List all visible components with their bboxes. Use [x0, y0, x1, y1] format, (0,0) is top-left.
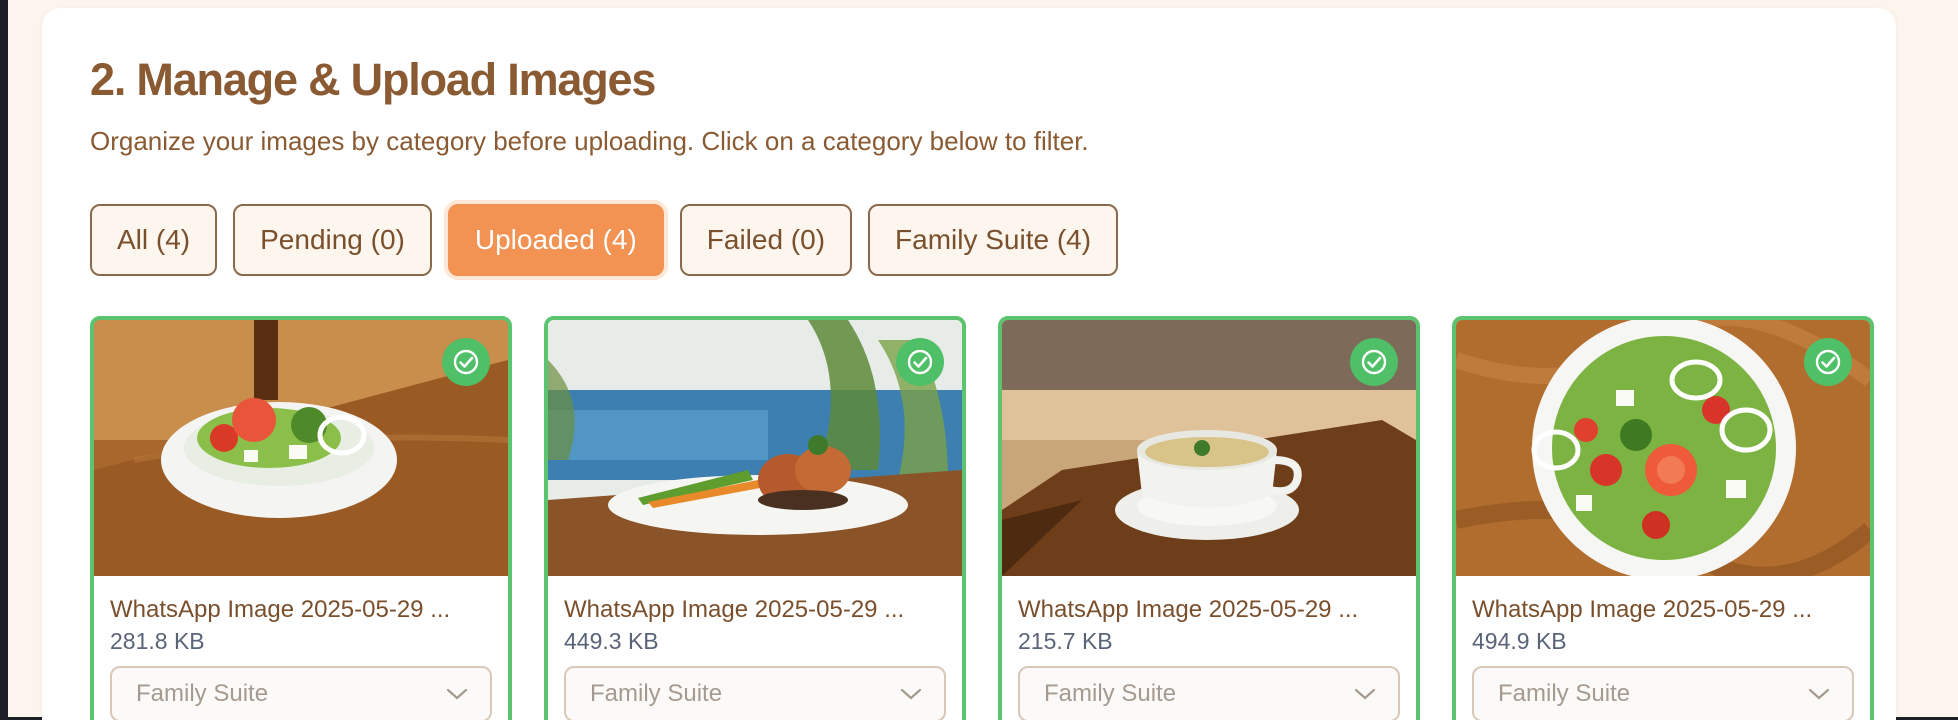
uploaded-check-icon — [1350, 338, 1398, 386]
image-card[interactable]: WhatsApp Image 2025-05-29 ... 449.3 KB F… — [544, 316, 966, 720]
filter-failed-button[interactable]: Failed (0) — [679, 204, 853, 276]
section-subtitle: Organize your images by category before … — [90, 126, 1089, 156]
image-card[interactable]: WhatsApp Image 2025-05-29 ... 281.8 KB F… — [90, 316, 512, 720]
image-card[interactable]: WhatsApp Image 2025-05-29 ... 494.9 KB F… — [1452, 316, 1874, 720]
uploaded-check-icon — [1804, 338, 1852, 386]
section-title: 2. Manage & Upload Images — [90, 54, 656, 105]
filter-uploaded-button[interactable]: Uploaded (4) — [447, 204, 664, 276]
image-file-name: WhatsApp Image 2025-05-29 ... — [1472, 596, 1813, 623]
filter-all-button[interactable]: All (4) — [90, 204, 218, 276]
category-select-value: Family Suite — [1044, 680, 1177, 707]
category-select[interactable]: Family Suite — [1472, 666, 1854, 720]
image-file-size: 494.9 KB — [1472, 628, 1567, 654]
chevron-down-icon — [446, 687, 468, 701]
chevron-down-icon — [1354, 687, 1376, 701]
uploaded-check-icon — [442, 338, 490, 386]
category-select-value: Family Suite — [1498, 680, 1631, 707]
image-file-name: WhatsApp Image 2025-05-29 ... — [1018, 596, 1359, 623]
image-thumbnail[interactable] — [1002, 320, 1416, 576]
image-file-size: 449.3 KB — [564, 628, 659, 654]
filter-pending-button[interactable]: Pending (0) — [233, 204, 432, 276]
image-thumbnail[interactable] — [548, 320, 962, 576]
image-file-size: 215.7 KB — [1018, 628, 1113, 654]
image-file-name: WhatsApp Image 2025-05-29 ... — [564, 596, 905, 623]
image-card[interactable]: WhatsApp Image 2025-05-29 ... 215.7 KB F… — [998, 316, 1420, 720]
chevron-down-icon — [900, 687, 922, 701]
category-select[interactable]: Family Suite — [110, 666, 492, 720]
category-select-value: Family Suite — [590, 680, 723, 707]
filter-family-suite-button[interactable]: Family Suite (4) — [868, 204, 1119, 276]
image-thumbnail[interactable] — [94, 320, 508, 576]
uploaded-check-icon — [896, 338, 944, 386]
category-select-value: Family Suite — [136, 680, 269, 707]
upload-panel: 2. Manage & Upload Images Organize your … — [42, 8, 1896, 720]
image-thumbnail[interactable] — [1456, 320, 1870, 576]
category-select[interactable]: Family Suite — [1018, 666, 1400, 720]
category-filter-bar: All (4) Pending (0) Uploaded (4) Failed … — [90, 204, 1119, 276]
image-file-name: WhatsApp Image 2025-05-29 ... — [110, 596, 451, 623]
chevron-down-icon — [1808, 687, 1830, 701]
category-select[interactable]: Family Suite — [564, 666, 946, 720]
image-file-size: 281.8 KB — [110, 628, 205, 654]
